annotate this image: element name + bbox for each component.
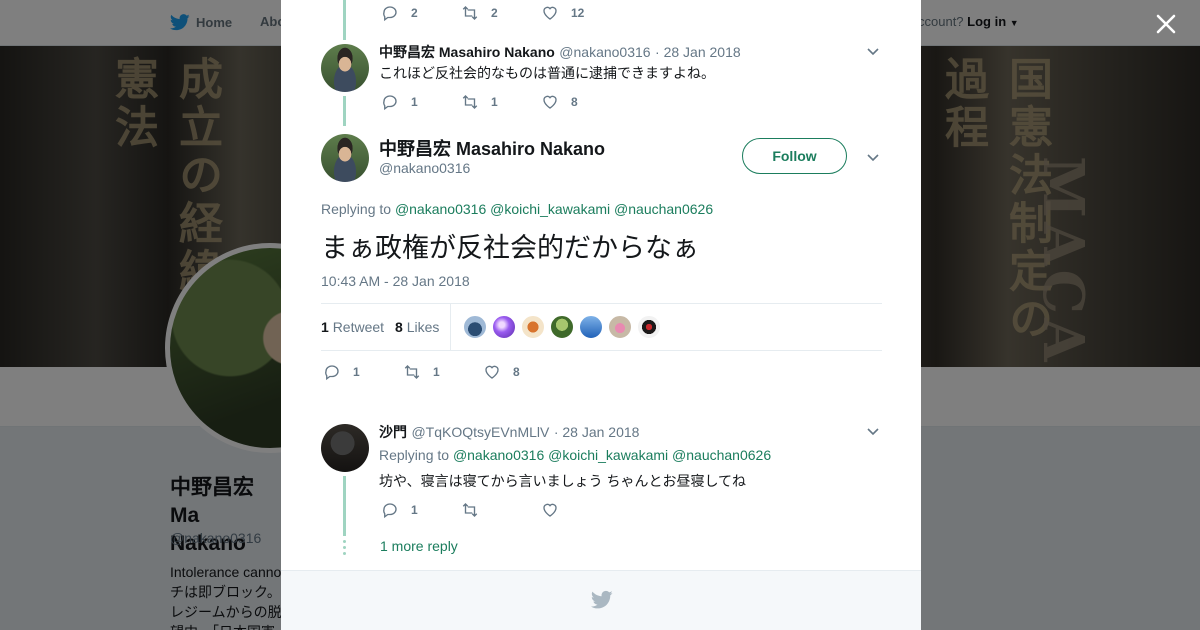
author-handle[interactable]: @TqKOQtsyEVnMLlV (411, 424, 549, 440)
heart-icon (543, 503, 557, 517)
avatar[interactable] (321, 134, 369, 182)
retweet-count: 2 (491, 6, 498, 20)
tweet-actions: 1 1 8 (381, 93, 621, 111)
tweet-text: まぁ政権が反社会的だからなぁ (321, 233, 699, 264)
liker-avatar[interactable] (608, 315, 632, 339)
retweet-button[interactable]: 1 (461, 93, 541, 111)
liker-avatar[interactable] (637, 315, 661, 339)
retweet-icon (462, 95, 478, 109)
thread-line (343, 0, 346, 40)
reply-button[interactable]: 1 (381, 93, 461, 111)
replying-prefix: Replying to (321, 201, 392, 217)
close-icon[interactable] (1154, 12, 1178, 36)
tweet-timestamp[interactable]: 10:43 AM - 28 Jan 2018 (321, 273, 470, 289)
chevron-down-icon[interactable] (865, 149, 881, 165)
like-count: 8 (513, 365, 520, 379)
reply-count: 1 (411, 503, 418, 517)
tweet-modal: 2 2 12 中野昌宏 Masahiro Nakano @nakano0316 … (281, 0, 921, 630)
retweet-button[interactable]: 2 (461, 4, 541, 22)
heart-icon (543, 95, 557, 109)
reply-count: 1 (411, 95, 418, 109)
heart-icon (543, 6, 557, 20)
heart-icon (485, 365, 499, 379)
page: Home Abo ccount? Log in ▼ 成立の経緯と憲法 国憲法制定… (0, 0, 1200, 630)
top-tweet-actions: 2 2 12 (381, 4, 621, 22)
liker-avatar[interactable] (550, 315, 574, 339)
reply-count: 1 (353, 365, 360, 379)
thread-line (343, 96, 346, 126)
twitter-bird-icon (591, 590, 613, 609)
replying-to: Replying to @nakano0316 @koichi_kawakami… (321, 201, 713, 217)
liker-avatar[interactable] (579, 315, 603, 339)
avatar[interactable] (321, 44, 369, 92)
tweet-header: 中野昌宏 Masahiro Nakano @nakano0316 · 28 Ja… (379, 42, 741, 62)
tweet-text: これほど反社会的なものは普通に逮捕できますよね。 (379, 65, 715, 81)
tweet-header: 沙門 @TqKOQtsyEVnMLlV · 28 Jan 2018 (379, 422, 639, 442)
chevron-down-icon[interactable] (865, 423, 881, 439)
retweet-button[interactable]: 1 (403, 363, 483, 381)
like-button[interactable]: 8 (541, 93, 621, 111)
like-button[interactable] (541, 501, 621, 519)
tweet-actions: 1 (381, 501, 621, 519)
thread-dot (343, 546, 346, 549)
replying-prefix: Replying to (379, 447, 450, 463)
tweet-actions: 1 1 8 (323, 363, 563, 381)
retweet-icon (462, 6, 478, 20)
thread-dot (343, 540, 346, 543)
like-count: 12 (571, 6, 585, 20)
reply-icon (325, 365, 339, 381)
like-count: 8 (571, 95, 578, 109)
author-name[interactable]: 中野昌宏 Masahiro Nakano (379, 44, 555, 60)
modal-footer (281, 570, 921, 630)
reply-icon (383, 6, 397, 22)
tweet-date[interactable]: · 28 Jan 2018 (655, 44, 741, 60)
mention-links[interactable]: @nakano0316 @koichi_kawakami @nauchan062… (395, 201, 713, 217)
thread-line (343, 476, 346, 536)
retweet-stat[interactable]: 1 Retweet (321, 319, 384, 335)
reply-button[interactable]: 1 (381, 501, 461, 519)
avatar[interactable] (321, 424, 369, 472)
liker-avatar[interactable] (521, 315, 545, 339)
author-name[interactable]: 中野昌宏 Masahiro Nakano (379, 135, 605, 161)
reply-icon (383, 95, 397, 111)
reply-button[interactable]: 1 (323, 363, 403, 381)
reply-count: 2 (411, 6, 418, 20)
author-handle[interactable]: @nakano0316 (559, 44, 650, 60)
tweet-date[interactable]: · 28 Jan 2018 (554, 424, 640, 440)
likes-stat-count: 8 (395, 319, 403, 335)
replying-to: Replying to @nakano0316 @koichi_kawakami… (379, 447, 771, 463)
chevron-down-icon[interactable] (865, 43, 881, 59)
retweet-stat-count: 1 (321, 319, 329, 335)
more-replies-link[interactable]: 1 more reply (380, 538, 458, 554)
likes-stat[interactable]: 8 Likes (395, 319, 439, 335)
mention-links[interactable]: @nakano0316 @koichi_kawakami @nauchan062… (453, 447, 771, 463)
liker-avatar[interactable] (492, 315, 516, 339)
tweet-text: 坊や、寝言は寝てから言いましょう ちゃんとお昼寝してね (379, 473, 747, 489)
author-name[interactable]: 沙門 (379, 424, 407, 440)
like-button[interactable]: 8 (483, 363, 563, 381)
retweet-button[interactable] (461, 501, 541, 519)
reply-button[interactable]: 2 (381, 4, 461, 22)
retweet-icon (462, 503, 478, 517)
tweet-stats: 1 Retweet 8 Likes (321, 303, 882, 351)
retweet-icon (404, 365, 420, 379)
retweet-stat-label: Retweet (332, 319, 385, 335)
author-handle[interactable]: @nakano0316 (379, 160, 470, 176)
follow-button[interactable]: Follow (742, 138, 847, 174)
reply-icon (383, 503, 397, 519)
retweet-count: 1 (433, 365, 440, 379)
likes-stat-label: Likes (406, 319, 440, 335)
thread-dot (343, 552, 346, 555)
retweet-count: 1 (491, 95, 498, 109)
liker-avatar[interactable] (463, 315, 487, 339)
like-button[interactable]: 12 (541, 4, 621, 22)
divider (450, 304, 451, 351)
